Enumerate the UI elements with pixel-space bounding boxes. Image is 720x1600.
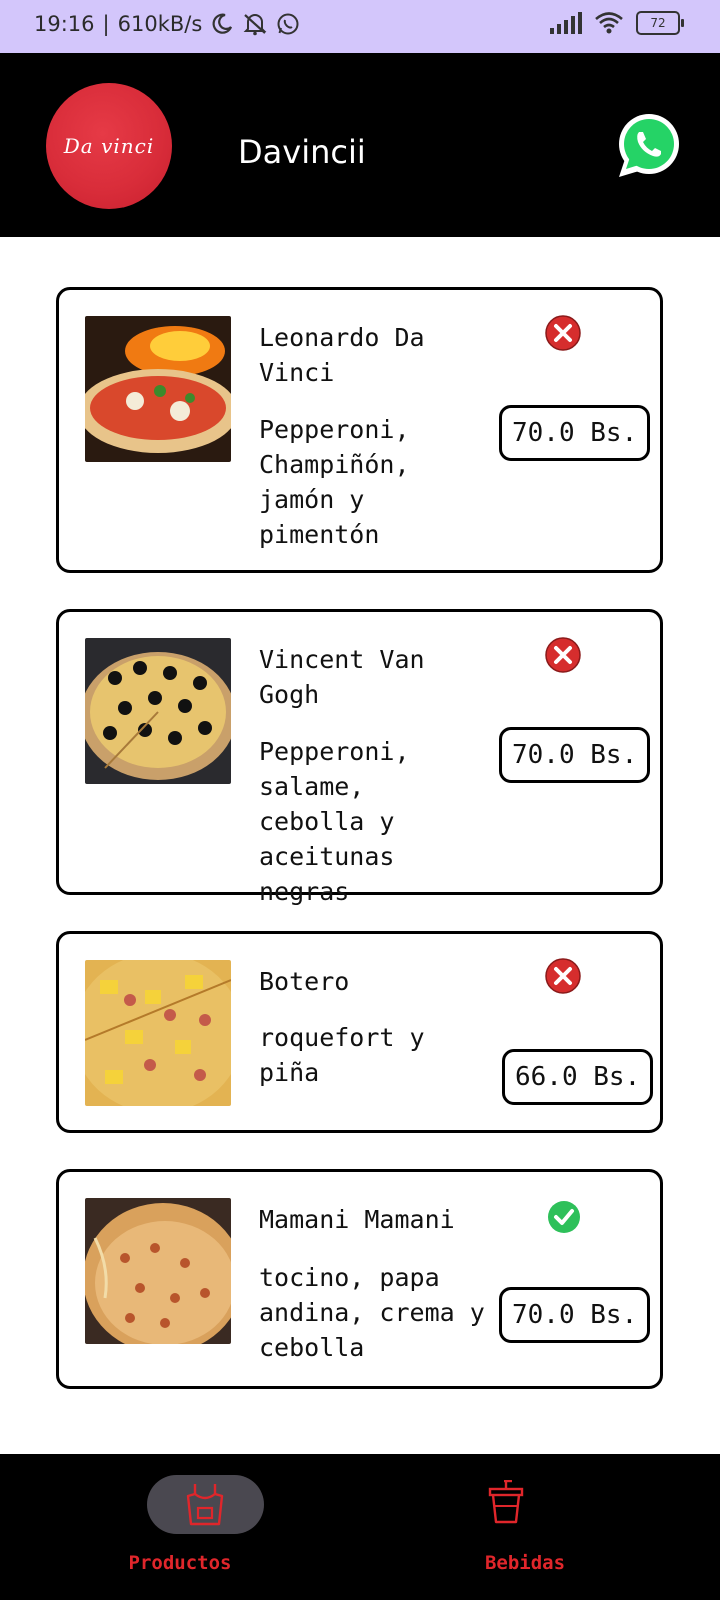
product-name: Leonardo Da Vinci <box>259 323 425 387</box>
product-card[interactable]: Mamani Mamani tocino, papa andina, crema… <box>56 1169 663 1389</box>
pizza-image <box>85 638 231 784</box>
product-name: Vincent Van Gogh <box>259 645 425 709</box>
product-description: roquefort y piña <box>259 1023 425 1087</box>
product-card[interactable]: Vincent Van Gogh Pepperoni, salame, cebo… <box>56 609 663 906</box>
product-name: Botero <box>259 967 350 996</box>
unavailable-icon[interactable] <box>545 315 581 351</box>
apron-icon <box>186 1484 224 1526</box>
moon-icon <box>212 13 233 34</box>
wifi-icon <box>595 12 623 34</box>
logo-text: Da vinci <box>63 134 155 158</box>
product-card[interactable]: Botero roquefort y piña 66.0 Bs. <box>56 931 663 1133</box>
product-list: Leonardo Da Vinci Pepperoni, Champiñón, … <box>0 237 720 1454</box>
network-speed: 610kB/s <box>117 12 203 36</box>
pizza-image <box>85 960 231 1106</box>
product-name: Mamani Mamani <box>259 1205 455 1234</box>
price-tag: 70.0 Bs. <box>499 727 651 783</box>
price-tag: 70.0 Bs. <box>499 1287 651 1343</box>
product-description: Pepperoni, Champiñón, jamón y pimentón <box>259 415 410 549</box>
nav-label: Productos <box>128 1552 232 1574</box>
nav-item-bebidas[interactable]: Bebidas <box>360 1454 720 1600</box>
status-separator: | <box>102 12 110 36</box>
available-icon[interactable] <box>546 1199 582 1235</box>
pizza-image <box>85 316 231 462</box>
muted-bell-icon <box>243 14 267 36</box>
unavailable-icon[interactable] <box>545 958 581 994</box>
nav-label: Bebidas <box>484 1552 566 1574</box>
app-bar: Da vinci Davincii <box>0 53 720 237</box>
whatsapp-icon[interactable] <box>613 111 683 181</box>
drink-cup-icon <box>488 1480 524 1524</box>
unavailable-icon[interactable] <box>545 637 581 673</box>
battery-indicator: 72 <box>636 11 684 35</box>
status-bar: 19:16 | 610kB/s 72 <box>0 0 720 53</box>
signal-icon <box>550 12 582 34</box>
pizza-image <box>85 1198 231 1344</box>
product-description: tocino, papa andina, crema y cebolla <box>259 1263 485 1362</box>
product-card[interactable]: Leonardo Da Vinci Pepperoni, Champiñón, … <box>56 287 663 573</box>
product-description: Pepperoni, salame, cebolla y aceitunas n… <box>259 737 410 906</box>
status-bar-left: 19:16 | 610kB/s <box>34 12 300 36</box>
status-bar-right: 72 <box>550 11 684 35</box>
whatsapp-notification-icon <box>277 13 299 35</box>
clock: 19:16 <box>34 12 95 36</box>
app-title: Davincii <box>238 133 366 171</box>
bottom-navigation: Productos Bebidas <box>0 1454 720 1600</box>
price-tag: 70.0 Bs. <box>499 405 651 461</box>
brand-logo: Da vinci <box>46 83 172 209</box>
price-tag: 66.0 Bs. <box>502 1049 654 1105</box>
nav-item-productos[interactable]: Productos <box>0 1454 360 1600</box>
